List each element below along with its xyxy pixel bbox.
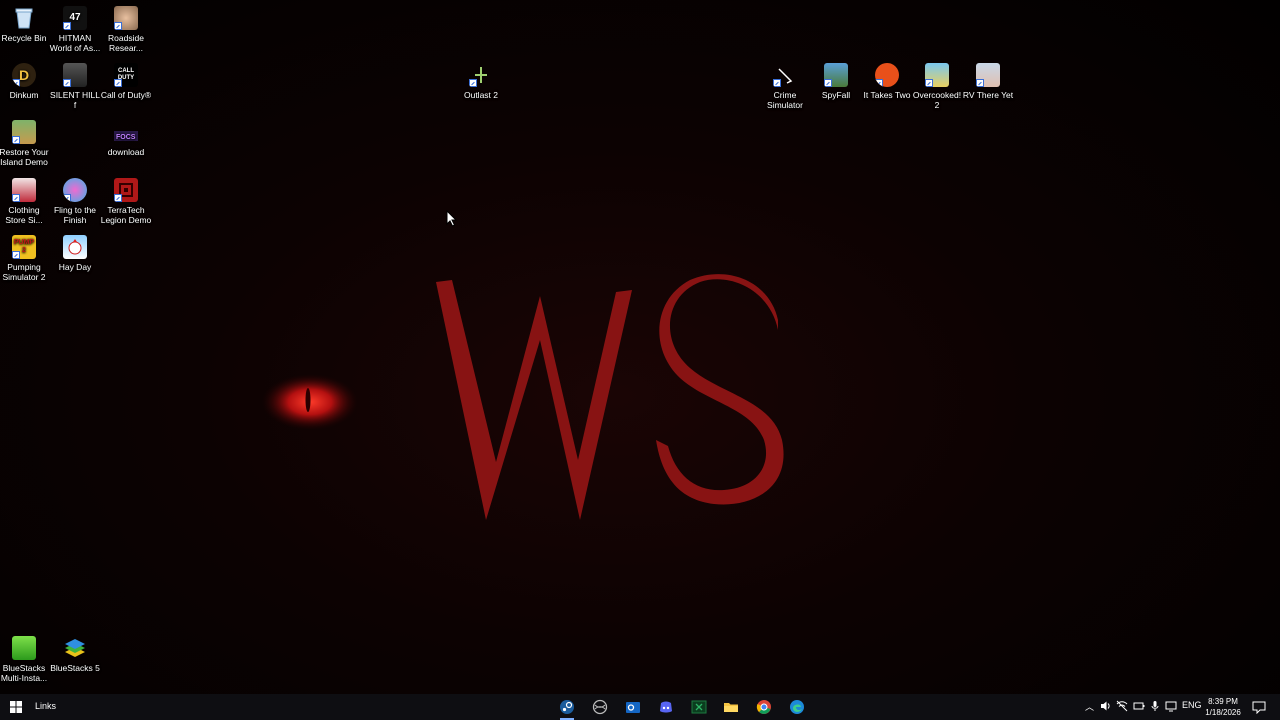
desktop-icon-bluestacks-multi-instance[interactable]: BlueStacks Multi-Insta...: [0, 636, 50, 683]
clock-date: 1/18/2026: [1205, 708, 1241, 717]
globe-app-icon: [592, 699, 608, 715]
bluestacks-multi-icon: [12, 636, 36, 660]
shortcut-arrow-icon: [824, 79, 832, 87]
bluestacks-5-icon: [63, 636, 87, 660]
hitman-icon: 47: [63, 6, 87, 30]
download-image-icon: FOCS: [114, 128, 138, 144]
restore-island-icon: [12, 120, 36, 144]
battery-icon[interactable]: [1133, 700, 1145, 712]
desktop-icon-clothing-store[interactable]: Clothing Store Si...: [0, 178, 50, 225]
steam-icon: [560, 700, 574, 714]
desktop-icon-restore-your-island-demo[interactable]: Restore Your Island Demo: [0, 120, 50, 167]
taskbar-edge[interactable]: [786, 697, 808, 717]
rv-there-yet-icon: [976, 63, 1000, 87]
terratech-legion-icon: [114, 178, 138, 202]
desktop-icon-dinkum[interactable]: D Dinkum: [0, 63, 50, 100]
shortcut-arrow-icon: [63, 79, 71, 87]
it-takes-two-icon: [875, 63, 899, 87]
shortcut-arrow-icon: [114, 79, 122, 87]
wallpaper-letter-w: [436, 280, 632, 520]
taskbar-outlook[interactable]: [622, 697, 644, 717]
shortcut-arrow-icon: [925, 79, 933, 87]
desktop-icon-hay-day[interactable]: Hay Day: [49, 235, 101, 272]
shortcut-arrow-icon: [12, 79, 20, 87]
desktop-icon-hitman[interactable]: 47 HITMAN World of As...: [49, 6, 101, 53]
clothing-store-icon: [12, 178, 36, 202]
taskbar-discord[interactable]: [655, 697, 677, 717]
links-toolbar[interactable]: Links: [35, 701, 56, 711]
shortcut-arrow-icon: [63, 22, 71, 30]
desktop-icon-crime-simulator[interactable]: Crime Simulator: [759, 63, 811, 110]
overcooked-2-icon: [925, 63, 949, 87]
dinkum-icon: D: [12, 63, 36, 87]
desktop-icon-spyfall[interactable]: SpyFall: [810, 63, 862, 100]
desktop: Recycle Bin D Dinkum Restore Your Island…: [0, 0, 1280, 694]
windows-start-icon[interactable]: [8, 699, 24, 715]
shortcut-arrow-icon: [114, 194, 122, 202]
shortcut-arrow-icon: [63, 194, 71, 202]
desktop-icon-bluestacks-5[interactable]: BlueStacks 5: [49, 636, 101, 673]
excel-icon: [691, 700, 707, 714]
desktop-icon-outlast-2[interactable]: Outlast 2: [455, 63, 507, 100]
taskbar-excel[interactable]: [688, 697, 710, 717]
call-of-duty-icon: CALL DUTY: [114, 63, 138, 87]
shortcut-arrow-icon: [875, 79, 883, 87]
tray-overflow-chevron-icon[interactable]: ︿: [1085, 700, 1094, 713]
recycle-bin-icon: [12, 6, 36, 30]
taskbar: Links ︿ ENG 8:39 PM 1/18/2026: [0, 694, 1280, 720]
desktop-icon-rv-there-yet[interactable]: RV There Yet: [962, 63, 1014, 100]
shortcut-arrow-icon: [114, 22, 122, 30]
edge-icon: [790, 700, 804, 714]
hay-day-icon: [63, 235, 87, 259]
volume-icon[interactable]: [1100, 700, 1112, 712]
desktop-icon-call-of-duty[interactable]: CALL DUTY Call of Duty®: [100, 63, 152, 100]
discord-icon: [660, 701, 672, 713]
spyfall-icon: [824, 63, 848, 87]
desktop-icon-overcooked-2[interactable]: Overcooked! 2: [911, 63, 963, 110]
shortcut-arrow-icon: [773, 79, 781, 87]
desktop-icon-it-takes-two[interactable]: It Takes Two: [861, 63, 913, 100]
wallpaper-letter-s: [656, 274, 784, 505]
svg-text:FOCS: FOCS: [116, 134, 136, 141]
desktop-icon-recycle-bin[interactable]: Recycle Bin: [0, 6, 50, 43]
shortcut-arrow-icon: [976, 79, 984, 87]
language-indicator[interactable]: ENG: [1182, 700, 1202, 710]
clock-time: 8:39 PM: [1208, 697, 1238, 706]
outlook-icon: [626, 702, 640, 713]
network-off-icon[interactable]: [1116, 700, 1128, 712]
fling-to-the-finish-icon: [63, 178, 87, 202]
desktop-icon-pumping-simulator-2[interactable]: PUMP 2 Pumping Simulator 2: [0, 235, 50, 282]
outlast-2-icon: [469, 63, 493, 87]
mouse-cursor-icon: [446, 210, 458, 227]
wallpaper: [262, 274, 784, 520]
taskbar-chrome-dino[interactable]: [589, 697, 611, 717]
silent-hill-icon: [63, 63, 87, 87]
taskbar-file-explorer[interactable]: [720, 697, 742, 717]
desktop-icon-download[interactable]: FOCS download: [100, 128, 152, 157]
desktop-icon-roadside-research[interactable]: Roadside Resear...: [100, 6, 152, 53]
desktop-icon-silent-hill-f[interactable]: SILENT HILL f: [49, 63, 101, 110]
shortcut-arrow-icon: [469, 79, 477, 87]
chrome-icon: [756, 700, 771, 714]
desktop-icon-terratech-legion-demo[interactable]: TerraTech Legion Demo: [100, 178, 152, 225]
taskbar-chrome[interactable]: [753, 697, 775, 717]
shortcut-arrow-icon: [12, 251, 20, 259]
notification-center-icon[interactable]: [1252, 700, 1266, 714]
wallpaper-eye-pupil: [305, 388, 311, 412]
shortcut-arrow-icon: [12, 194, 20, 202]
display-icon[interactable]: [1165, 700, 1177, 712]
desktop-icon-fling-to-the-finish[interactable]: Fling to the Finish: [49, 178, 101, 225]
microphone-icon[interactable]: [1149, 700, 1161, 712]
taskbar-clock[interactable]: 8:39 PM 1/18/2026: [1202, 696, 1244, 718]
pumping-simulator-icon: PUMP 2: [12, 235, 36, 259]
taskbar-steam[interactable]: [556, 697, 578, 720]
crime-simulator-icon: [773, 63, 797, 87]
folder-icon: [724, 703, 738, 712]
roadside-research-icon: [114, 6, 138, 30]
shortcut-arrow-icon: [12, 136, 20, 144]
